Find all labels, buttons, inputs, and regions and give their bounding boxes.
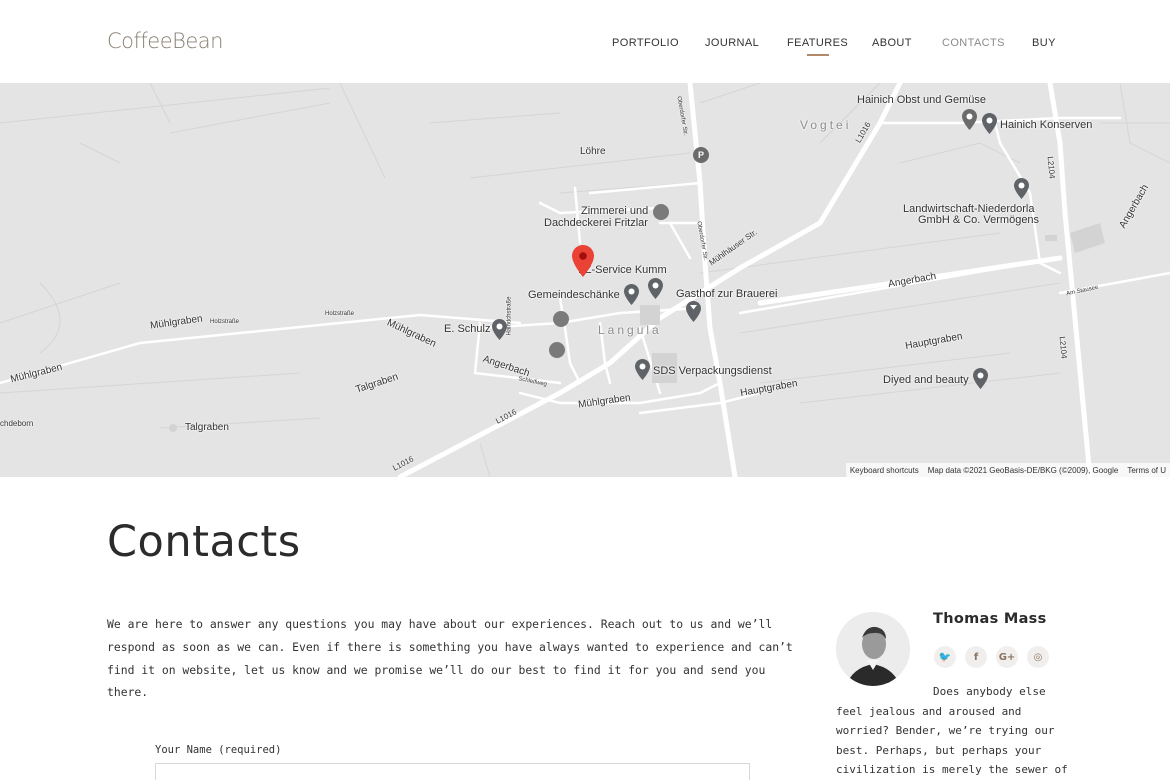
map-road-label: L2104 <box>1045 156 1057 179</box>
author-bio: Does anybody else feel jealous and arous… <box>836 685 1068 776</box>
map-road-label: L2104 <box>1057 336 1069 359</box>
bar-marker-icon[interactable] <box>686 301 701 322</box>
map-place-label[interactable]: Hainich Obst und Gemüse <box>857 94 986 106</box>
map-place-label[interactable]: Diyed and beauty <box>883 374 969 386</box>
twitter-icon[interactable]: 🐦 <box>934 646 956 668</box>
nav-hover-underline <box>806 54 829 56</box>
nav-buy[interactable]: BUY <box>1032 37 1056 49</box>
map-road-label: Holzstraße <box>325 311 355 317</box>
map-roads <box>0 83 1170 477</box>
name-field-label: Your Name (required) <box>155 744 282 756</box>
map-place-label[interactable]: E. Schulz <box>444 323 490 335</box>
hotel-marker-icon[interactable] <box>553 311 569 327</box>
map-place-label[interactable]: SDS Verpackungsdienst <box>653 365 772 377</box>
intro-text: We are here to answer any questions you … <box>107 617 793 700</box>
shopping-cart-marker-icon[interactable] <box>962 109 977 130</box>
map-road-label: Haindchstraße <box>506 296 513 336</box>
author-avatar <box>836 612 910 686</box>
map-place-label[interactable]: Gemeindeschänke <box>528 289 620 301</box>
map-road-label: Holzstraße <box>210 319 240 325</box>
nav-features-label: FEATURES <box>787 37 849 49</box>
map-place-label: chdeborn <box>0 419 34 428</box>
nav-features[interactable]: FEATURES <box>787 37 849 56</box>
google-plus-icon[interactable]: G+ <box>996 646 1018 668</box>
map-place-label[interactable]: Dachdeckerei Fritzlar <box>544 217 648 229</box>
nav-contacts[interactable]: CONTACTS <box>942 37 1005 49</box>
map-road-label: Talgraben <box>185 422 229 433</box>
parking-marker-icon[interactable]: P <box>693 147 709 163</box>
nav-journal[interactable]: JOURNAL <box>705 37 759 49</box>
nav-about[interactable]: ABOUT <box>872 37 912 49</box>
map-place-label: Löhre <box>580 146 606 157</box>
instagram-icon[interactable]: ◎ <box>1027 646 1049 668</box>
location-marker-icon[interactable] <box>492 319 507 340</box>
keyboard-shortcuts-link[interactable]: Keyboard shortcuts <box>850 466 919 475</box>
nav-portfolio[interactable]: PORTFOLIO <box>612 37 679 49</box>
author-name: Thomas Mass <box>933 611 1047 627</box>
map-attribution: Keyboard shortcuts Map data ©2021 GeoBas… <box>845 463 1170 477</box>
map-place-label[interactable]: Gasthof zur Brauerei <box>676 288 778 300</box>
location-marker-icon[interactable] <box>648 278 663 299</box>
selected-location-pin-icon[interactable] <box>572 245 594 277</box>
location-marker-icon[interactable] <box>982 113 997 134</box>
name-input[interactable] <box>155 763 750 780</box>
terms-link[interactable]: Terms of U <box>1127 466 1166 475</box>
map-town-label: Langula <box>598 323 662 337</box>
facebook-icon[interactable]: f <box>965 646 987 668</box>
page-title: Contacts <box>107 517 301 567</box>
location-marker-icon[interactable] <box>635 359 650 380</box>
restaurant-marker-icon[interactable] <box>624 284 639 305</box>
location-map[interactable]: Mühlgraben Mühlgraben Holzstraße Holzstr… <box>0 83 1170 477</box>
shop-marker-icon[interactable] <box>549 342 565 358</box>
map-place-label[interactable]: Hainich Konserven <box>1000 119 1092 131</box>
site-header: CoffeeBean PORTFOLIO JOURNAL FEATURES AB… <box>0 0 1170 83</box>
map-town-label: Vogtei <box>800 118 852 132</box>
map-place-label[interactable]: GmbH & Co. Vermögens <box>918 214 1039 226</box>
shop-marker-icon[interactable] <box>653 204 669 220</box>
beauty-marker-icon[interactable] <box>973 368 988 389</box>
location-marker-icon[interactable] <box>1014 178 1029 199</box>
main-nav: PORTFOLIO JOURNAL FEATURES ABOUT CONTACT… <box>0 37 1170 57</box>
map-data-credit: Map data ©2021 GeoBasis-DE/BKG (©2009), … <box>927 465 1119 475</box>
map-place-label[interactable]: Zimmerei und <box>581 205 648 217</box>
portrait-image <box>836 612 910 686</box>
